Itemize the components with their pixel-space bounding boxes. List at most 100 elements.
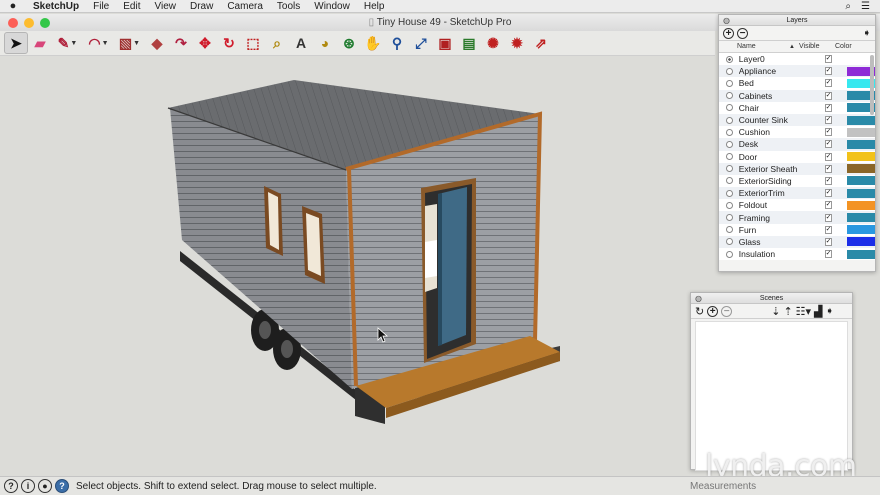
layer-name[interactable]: ExteriorSiding [739, 176, 798, 186]
active-layer-radio[interactable] [726, 55, 733, 63]
rotate-tool-icon[interactable]: ↻ [217, 32, 241, 54]
scenes-panel-title-bar[interactable]: ◍ Scenes [691, 293, 852, 304]
active-layer-radio[interactable] [726, 104, 733, 112]
active-layer-radio[interactable] [726, 128, 733, 136]
layer-visible-checkbox[interactable]: ✓ [824, 164, 833, 173]
layer-name[interactable]: Cabinets [739, 91, 798, 101]
move-tool-icon[interactable]: ✥ [193, 32, 217, 54]
arc-tool-icon[interactable]: ◠ ▼ [83, 32, 114, 54]
send-to-layout-icon[interactable]: ⇗ [529, 32, 553, 54]
layer-visible-checkbox[interactable]: ✓ [824, 225, 833, 234]
layer-visible-checkbox[interactable]: ✓ [824, 116, 833, 125]
layer-color-swatch[interactable] [847, 188, 875, 198]
active-layer-radio[interactable] [726, 201, 733, 209]
active-layer-radio[interactable] [726, 226, 733, 234]
paint-bucket-tool-icon[interactable]: ◕ [313, 32, 337, 54]
layer-name[interactable]: Foldout [739, 200, 798, 210]
update-scene-icon[interactable]: ↻ [695, 305, 704, 318]
active-layer-radio[interactable] [726, 189, 733, 197]
layer-row[interactable]: Chair ✓ [719, 101, 875, 114]
extension-warehouse-icon[interactable]: ▤ [457, 32, 481, 54]
add-scene-icon[interactable]: + [707, 305, 719, 317]
layer-visible-checkbox[interactable]: ✓ [824, 79, 833, 88]
active-layer-radio[interactable] [726, 250, 733, 258]
layer-color-swatch[interactable] [847, 200, 875, 210]
layer-row[interactable]: ExteriorTrim ✓ [719, 187, 875, 200]
instructor-help-icon[interactable]: ? [55, 479, 69, 493]
add-layer-icon[interactable]: + [723, 27, 734, 39]
layer-row[interactable]: Cabinets ✓ [719, 89, 875, 102]
menu-window[interactable]: Window [307, 1, 357, 12]
layer-name[interactable]: Chair [739, 103, 798, 113]
menu-help[interactable]: Help [357, 1, 392, 12]
notification-center-icon[interactable]: ☰ [861, 1, 870, 12]
layer-visible-checkbox[interactable]: ✓ [824, 189, 833, 198]
layer-row[interactable]: Exterior Sheath ✓ [719, 162, 875, 175]
dropdown-caret-icon[interactable]: ▼ [102, 40, 109, 47]
dropdown-caret-icon[interactable]: ▼ [70, 40, 77, 47]
active-layer-radio[interactable] [726, 214, 733, 222]
layer-row[interactable]: Foldout ✓ [719, 199, 875, 212]
layer-visible-checkbox[interactable]: ✓ [824, 237, 833, 246]
menu-draw[interactable]: Draw [183, 1, 220, 12]
follow-me-tool-icon[interactable]: ↷ [169, 32, 193, 54]
active-layer-radio[interactable] [726, 165, 733, 173]
layer-name[interactable]: ExteriorTrim [739, 188, 798, 198]
layer-visible-checkbox[interactable]: ✓ [824, 140, 833, 149]
active-layer-radio[interactable] [726, 153, 733, 161]
menu-edit[interactable]: Edit [116, 1, 147, 12]
layer-color-swatch[interactable] [847, 152, 875, 162]
layer-row[interactable]: Bed ✓ [719, 77, 875, 90]
menu-camera[interactable]: Camera [220, 1, 270, 12]
layer-color-swatch[interactable] [847, 237, 875, 247]
panel-pin-icon[interactable]: ◍ [723, 15, 730, 26]
layer-name[interactable]: Cushion [739, 127, 798, 137]
layer-visible-checkbox[interactable]: ✓ [824, 250, 833, 259]
layer-row[interactable]: Insulation ✓ [719, 248, 875, 261]
column-header-name[interactable]: Name [737, 43, 789, 50]
layer-visible-checkbox[interactable]: ✓ [824, 103, 833, 112]
layer-color-swatch[interactable] [847, 115, 875, 125]
layer-visible-checkbox[interactable]: ✓ [824, 201, 833, 210]
column-header-visible[interactable]: Visible [799, 43, 835, 50]
layer-row[interactable]: Layer0 ✓ [719, 53, 875, 66]
layer-row[interactable]: Door ✓ [719, 150, 875, 163]
select-tool-icon[interactable]: ➤ [4, 32, 28, 54]
active-layer-radio[interactable] [726, 92, 733, 100]
zoom-extents-tool-icon[interactable]: ⤢ [409, 32, 433, 54]
tape-measure-tool-icon[interactable]: ⌕ [265, 32, 289, 54]
layer-name[interactable]: Desk [739, 139, 798, 149]
view-options-icon[interactable]: ☷▾ [796, 305, 811, 318]
zoom-tool-icon[interactable]: ⚲ [385, 32, 409, 54]
window-close-button[interactable] [8, 17, 18, 28]
layer-row[interactable]: Appliance ✓ [719, 65, 875, 78]
menu-view[interactable]: View [147, 1, 183, 12]
layer-name[interactable]: Appliance [739, 66, 798, 76]
line-tool-icon[interactable]: ✎ ▼ [52, 32, 83, 54]
layer-visible-checkbox[interactable]: ✓ [824, 213, 833, 222]
active-layer-radio[interactable] [726, 67, 733, 75]
layers-panel-title-bar[interactable]: ◍ Layers [719, 15, 875, 26]
layer-name[interactable]: Exterior Sheath [739, 164, 798, 174]
layer-name[interactable]: Counter Sink [739, 115, 798, 125]
window-zoom-button[interactable] [40, 17, 50, 28]
geo-location-icon[interactable]: ? [4, 479, 18, 493]
layer-name[interactable]: Furn [739, 225, 798, 235]
layer-visible-checkbox[interactable]: ✓ [824, 152, 833, 161]
column-header-color[interactable]: Color [835, 43, 852, 50]
details-flyout-icon[interactable]: ➧ [863, 28, 871, 39]
scene-thumbnail-icon[interactable]: ▟ [814, 305, 822, 318]
move-scene-down-icon[interactable]: ⇣ [771, 305, 780, 318]
layer-visible-checkbox[interactable]: ✓ [824, 67, 833, 76]
share-model-icon[interactable]: ✺ [481, 32, 505, 54]
credits-info-icon[interactable]: i [21, 479, 35, 493]
layer-visible-checkbox[interactable]: ✓ [824, 55, 833, 64]
layer-name[interactable]: Framing [739, 213, 798, 223]
details-flyout-icon[interactable]: ➧ [826, 306, 834, 317]
push-pull-tool-icon[interactable]: ◆ [145, 32, 169, 54]
active-layer-radio[interactable] [726, 238, 733, 246]
menu-file[interactable]: File [86, 1, 116, 12]
layer-visible-checkbox[interactable]: ✓ [824, 128, 833, 137]
scale-tool-icon[interactable]: ⬚ [241, 32, 265, 54]
text-tool-icon[interactable]: A [289, 32, 313, 54]
